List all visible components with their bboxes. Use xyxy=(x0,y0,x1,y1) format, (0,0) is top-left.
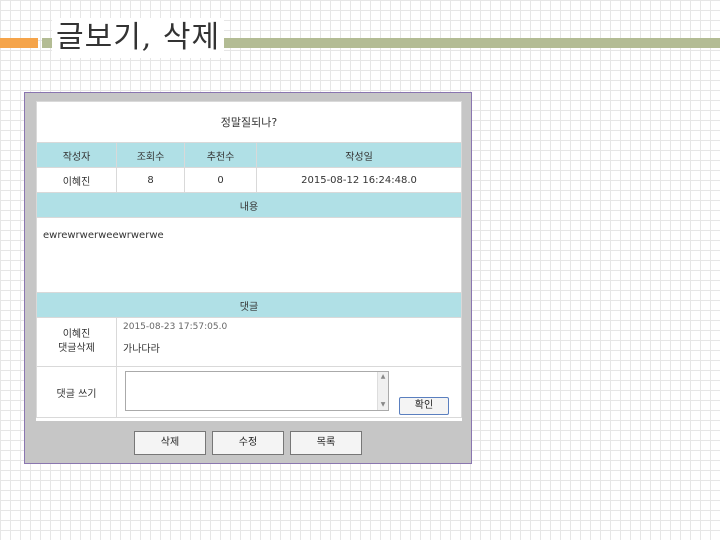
comments-header: 댓글 xyxy=(36,292,462,318)
recommends-value: 0 xyxy=(184,167,257,193)
scroll-down-icon[interactable]: ▼ xyxy=(378,400,388,410)
comment-author-cell: 이혜진 댓글삭제 xyxy=(36,317,117,367)
views-header: 조회수 xyxy=(116,142,185,168)
date-value: 2015-08-12 16:24:48.0 xyxy=(256,167,462,193)
comment-date: 2015-08-23 17:57:05.0 xyxy=(123,322,228,332)
recommends-header: 추천수 xyxy=(184,142,257,168)
post-content: ewrewrwerweewrwerwe xyxy=(36,217,462,293)
comment-write-label: 댓글 쓰기 xyxy=(36,366,117,418)
author-value: 이혜진 xyxy=(36,167,117,193)
comment-input-scrollbar[interactable]: ▲ ▼ xyxy=(377,372,388,410)
accent-bar xyxy=(0,38,38,48)
content-header: 내용 xyxy=(36,192,462,218)
comment-row: 이혜진 댓글삭제 2015-08-23 17:57:05.0 가나다라 xyxy=(36,317,462,367)
comment-input[interactable]: ▲ ▼ xyxy=(125,371,389,411)
edit-button[interactable]: 수정 xyxy=(212,431,284,455)
scroll-up-icon[interactable]: ▲ xyxy=(378,372,388,382)
post-table: 정말질되나? 작성자 조회수 추천수 작성일 이혜진 8 0 2015-08-1… xyxy=(36,101,462,418)
date-header: 작성일 xyxy=(256,142,462,168)
comment-body-cell: 2015-08-23 17:57:05.0 가나다라 xyxy=(116,317,462,367)
comment-author: 이혜진 xyxy=(62,329,91,340)
post-view-board: 정말질되나? 작성자 조회수 추천수 작성일 이혜진 8 0 2015-08-1… xyxy=(36,101,462,421)
author-header: 작성자 xyxy=(36,142,117,168)
screenshot-frame: 정말질되나? 작성자 조회수 추천수 작성일 이혜진 8 0 2015-08-1… xyxy=(24,92,472,464)
post-title: 정말질되나? xyxy=(36,101,462,143)
list-button[interactable]: 목록 xyxy=(290,431,362,455)
delete-button[interactable]: 삭제 xyxy=(134,431,206,455)
comment-write-area: ▲ ▼ 확인 xyxy=(116,366,462,418)
comment-text: 가나다라 xyxy=(123,344,160,355)
slide-title: 글보기, 삭제 xyxy=(52,18,225,58)
comment-delete-link[interactable]: 댓글삭제 xyxy=(58,343,95,354)
comment-confirm-button[interactable]: 확인 xyxy=(399,397,449,415)
action-buttons: 삭제 수정 목록 xyxy=(25,431,471,457)
views-value: 8 xyxy=(116,167,185,193)
